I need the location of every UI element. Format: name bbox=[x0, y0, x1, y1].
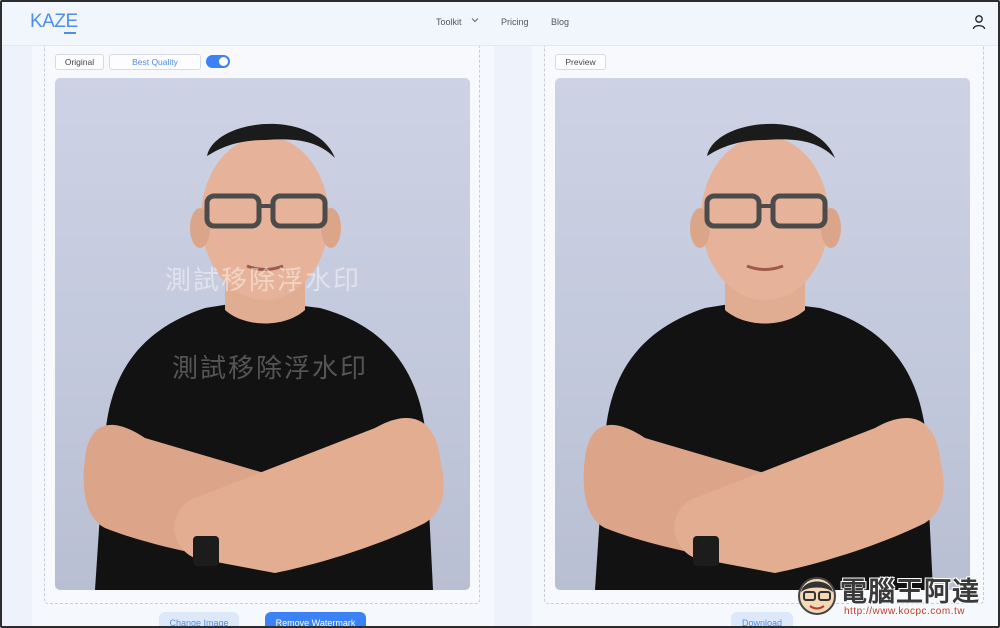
portrait-illustration bbox=[83, 123, 444, 590]
site-watermark: 電腦王阿達 http://www.kocpc.com.tw bbox=[794, 568, 994, 624]
nav-toolkit[interactable]: Toolkit bbox=[436, 17, 462, 27]
download-button[interactable]: Download bbox=[731, 612, 793, 626]
toggle-knob bbox=[219, 57, 228, 66]
original-photo: 測試移除浮水印 測試移除浮水印 bbox=[55, 78, 470, 590]
preview-photo bbox=[555, 78, 970, 590]
top-header: KAZE Toolkit Pricing Blog bbox=[2, 2, 998, 46]
user-icon[interactable] bbox=[972, 14, 986, 30]
watermark-text-lower: 測試移除浮水印 bbox=[172, 354, 369, 384]
site-name: 電腦王阿達 bbox=[840, 577, 980, 608]
kaze-logo[interactable]: KAZE bbox=[30, 11, 78, 33]
best-quality-toggle[interactable] bbox=[206, 55, 230, 68]
logo-underline bbox=[64, 32, 76, 34]
site-url: http://www.kocpc.com.tw bbox=[844, 606, 965, 617]
change-image-button[interactable]: Change Image bbox=[159, 612, 239, 626]
nav-blog[interactable]: Blog bbox=[551, 17, 569, 27]
preview-label: Preview bbox=[555, 54, 606, 70]
portrait-illustration bbox=[583, 123, 944, 590]
app-window: KAZE Toolkit Pricing Blog Original Best … bbox=[0, 0, 1000, 628]
original-label: Original bbox=[55, 54, 104, 70]
mascot-icon bbox=[798, 577, 836, 615]
remove-watermark-button[interactable]: Remove Watermark bbox=[265, 612, 366, 626]
best-quality-label[interactable]: Best Quality bbox=[109, 54, 201, 70]
chevron-down-icon[interactable] bbox=[471, 16, 479, 24]
nav-pricing[interactable]: Pricing bbox=[501, 17, 529, 27]
watermark-text-upper: 測試移除浮水印 bbox=[165, 266, 362, 296]
